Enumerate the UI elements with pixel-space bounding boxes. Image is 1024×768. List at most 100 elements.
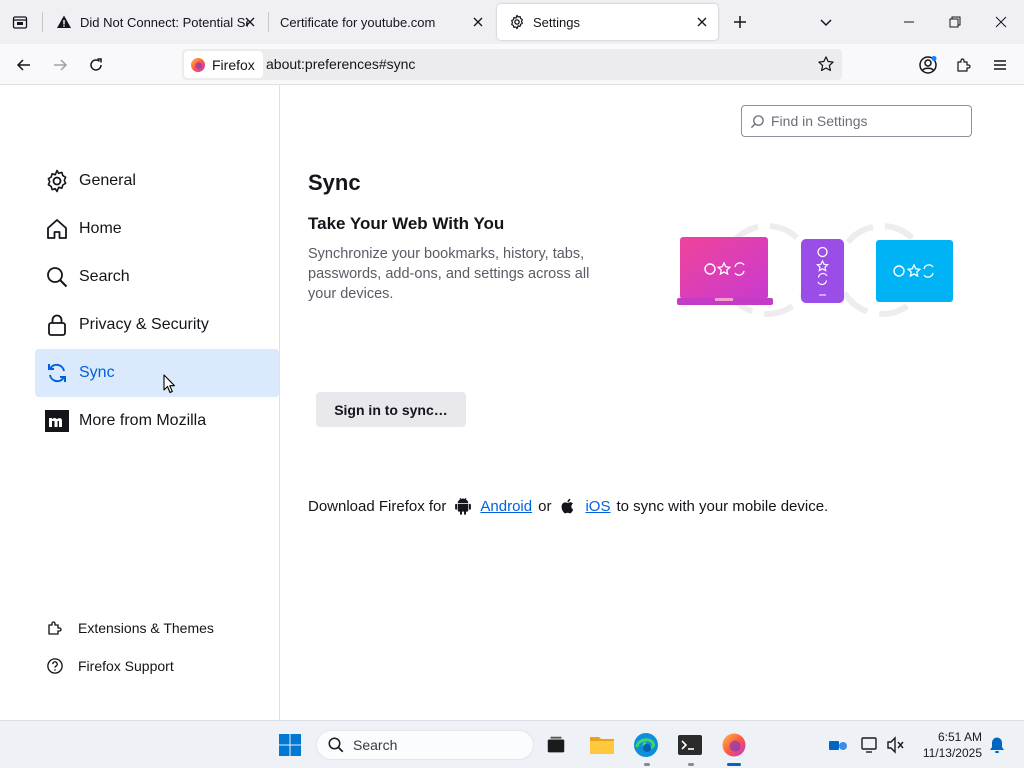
firefox-view-icon xyxy=(12,16,28,29)
tab-close-button[interactable] xyxy=(470,14,486,30)
edge-button[interactable] xyxy=(630,729,662,761)
tab-title: Settings xyxy=(533,14,580,30)
navigation-toolbar: Firefox about:preferences#sync xyxy=(0,44,1024,85)
category-home[interactable]: Home xyxy=(35,205,279,253)
running-indicator xyxy=(688,763,694,766)
clock-time: 6:51 AM xyxy=(937,730,982,744)
tab-settings[interactable]: Settings xyxy=(497,4,718,40)
sync-subtitle: Take Your Web With You xyxy=(308,214,505,233)
settings-search-input[interactable] xyxy=(771,113,961,129)
account-button[interactable] xyxy=(914,51,942,79)
category-label: Sync xyxy=(79,364,115,381)
sync-icon xyxy=(45,361,69,385)
android-link[interactable]: Android xyxy=(480,498,532,515)
category-label: Privacy & Security xyxy=(79,316,209,333)
identity-box[interactable]: Firefox xyxy=(184,51,263,78)
mouse-cursor-icon xyxy=(163,374,176,394)
bookmark-star-button[interactable] xyxy=(816,54,836,74)
category-general[interactable]: General xyxy=(35,157,279,205)
laptop-icon xyxy=(677,237,773,305)
reload-button[interactable] xyxy=(82,51,110,79)
folder-icon xyxy=(590,737,614,754)
close-icon xyxy=(697,17,707,27)
page-title: Sync xyxy=(308,170,361,195)
app-menu-button[interactable] xyxy=(986,51,1014,79)
restore-button[interactable] xyxy=(932,0,978,44)
arrow-right-icon xyxy=(54,59,68,71)
close-window-button[interactable] xyxy=(978,0,1024,44)
settings-sidebar: General Home Search Privacy & Security S… xyxy=(0,85,280,720)
tab-title: Did Not Connect: Potential Security Issu… xyxy=(80,14,248,30)
phone-icon xyxy=(801,239,844,303)
list-all-tabs-button[interactable] xyxy=(814,10,838,34)
firefox-support-link[interactable]: Firefox Support xyxy=(45,656,174,676)
sidebar-link-label: Extensions & Themes xyxy=(78,620,214,636)
firefox-logo-icon xyxy=(191,57,205,72)
extensions-themes-link[interactable]: Extensions & Themes xyxy=(45,618,214,638)
tray-app-icon[interactable] xyxy=(828,735,848,755)
download-prefix: Download Firefox for xyxy=(308,497,447,515)
minimize-button[interactable] xyxy=(886,0,932,44)
sign-in-to-sync-button[interactable]: Sign in to sync… xyxy=(316,392,466,427)
tab-close-button[interactable] xyxy=(242,14,258,30)
running-indicator xyxy=(644,763,650,766)
hamburger-icon xyxy=(994,60,1006,70)
star-icon xyxy=(818,56,834,72)
plus-icon xyxy=(734,16,746,28)
close-icon xyxy=(245,17,255,27)
gear-icon xyxy=(511,14,523,30)
firefox-taskbar-button[interactable] xyxy=(718,729,750,761)
android-icon xyxy=(454,497,472,515)
close-icon xyxy=(995,16,1007,28)
extensions-button[interactable] xyxy=(950,51,978,79)
active-indicator xyxy=(727,763,741,766)
lock-icon xyxy=(45,313,69,337)
category-more-from-mozilla[interactable]: More from Mozilla xyxy=(35,397,279,445)
terminal-button[interactable] xyxy=(674,729,706,761)
task-view-icon xyxy=(547,736,565,753)
tab-strip: Did Not Connect: Potential Security Issu… xyxy=(0,0,1024,44)
download-suffix: to sync with your mobile device. xyxy=(616,497,829,515)
puzzle-icon xyxy=(45,618,65,638)
apple-icon xyxy=(559,497,577,515)
gear-icon xyxy=(45,169,69,193)
settings-search-box[interactable] xyxy=(741,105,972,137)
system-clock[interactable]: 6:51 AM 11/13/2025 xyxy=(916,729,982,761)
tab-certificate[interactable]: Certificate for youtube.com xyxy=(268,4,494,40)
download-firefox-line: Download Firefox for Android or iOS to s… xyxy=(308,497,828,515)
category-sync[interactable]: Sync xyxy=(35,349,279,397)
terminal-icon xyxy=(678,735,702,755)
sync-description: Synchronize your bookmarks, history, tab… xyxy=(308,246,590,302)
restore-icon xyxy=(949,16,961,28)
identity-label: Firefox xyxy=(212,56,255,73)
forward-button[interactable] xyxy=(46,51,74,79)
category-search[interactable]: Search xyxy=(35,253,279,301)
mozilla-icon xyxy=(45,409,69,433)
ios-link[interactable]: iOS xyxy=(585,498,610,515)
tablet-icon xyxy=(876,240,953,302)
volume-icon[interactable] xyxy=(886,735,906,755)
search-icon xyxy=(45,265,69,289)
taskbar-search[interactable]: Search xyxy=(316,730,534,760)
tab-close-button[interactable] xyxy=(694,14,710,30)
new-tab-button[interactable] xyxy=(728,10,752,34)
category-label: Search xyxy=(79,268,130,285)
notification-bell-icon[interactable] xyxy=(987,735,1007,755)
network-icon[interactable] xyxy=(860,735,880,755)
search-icon xyxy=(750,114,764,128)
url-text[interactable]: about:preferences#sync xyxy=(266,56,415,72)
back-button[interactable] xyxy=(10,51,38,79)
file-explorer-button[interactable] xyxy=(586,729,618,761)
tab-separator xyxy=(42,12,43,32)
minimize-icon xyxy=(904,21,914,23)
sync-devices-illustration xyxy=(677,223,953,317)
url-bar[interactable]: Firefox about:preferences#sync xyxy=(182,49,842,80)
category-privacy-security[interactable]: Privacy & Security xyxy=(35,301,279,349)
tab-title: Certificate for youtube.com xyxy=(280,14,436,30)
tab-security-issue[interactable]: Did Not Connect: Potential Security Issu… xyxy=(44,4,266,40)
firefox-view-button[interactable] xyxy=(8,10,32,34)
start-button[interactable] xyxy=(274,729,306,761)
clock-date: 11/13/2025 xyxy=(922,746,982,760)
task-view-button[interactable] xyxy=(540,729,572,761)
account-icon xyxy=(919,56,937,74)
